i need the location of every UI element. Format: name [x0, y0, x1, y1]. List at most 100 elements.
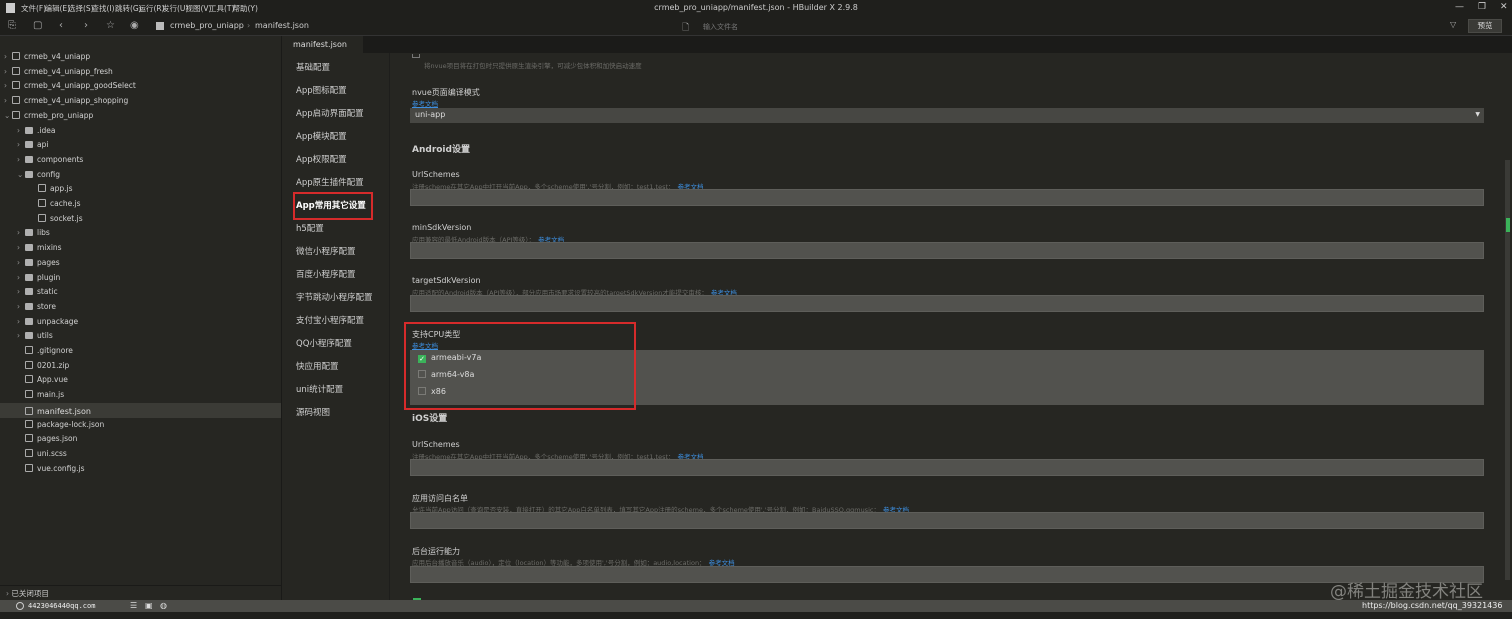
- target-sdk-input[interactable]: [410, 295, 1484, 312]
- restore-icon[interactable]: ❐: [1478, 2, 1486, 12]
- tree-item[interactable]: 0201.zip: [0, 359, 69, 373]
- save-icon[interactable]: ▢: [33, 20, 42, 31]
- tree-item[interactable]: › utils: [0, 329, 53, 343]
- tree-item[interactable]: › crmeb_v4_uniapp_shopping: [0, 94, 128, 108]
- android-urlschemes-input[interactable]: [410, 189, 1484, 206]
- folder-icon: [25, 155, 33, 163]
- user-icon[interactable]: [16, 602, 24, 610]
- chevron-right-icon[interactable]: ›: [17, 256, 25, 270]
- tree-item[interactable]: › crmeb_v4_uniapp_goodSelect: [0, 79, 136, 93]
- nav-item[interactable]: 支付宝小程序配置: [296, 314, 364, 326]
- chevron-right-icon[interactable]: ›: [17, 271, 25, 285]
- chevron-right-icon[interactable]: ›: [4, 65, 12, 79]
- min-sdk-label: minSdkVersion: [412, 223, 472, 232]
- nav-item[interactable]: 基础配置: [296, 61, 330, 73]
- nav-item[interactable]: 快应用配置: [296, 360, 339, 372]
- nav-item[interactable]: 微信小程序配置: [296, 245, 356, 257]
- chevron-down-icon[interactable]: ⌄: [17, 168, 25, 182]
- tree-item[interactable]: main.js: [0, 388, 64, 402]
- tree-item[interactable]: socket.js: [0, 212, 83, 226]
- background-modes-label: 后台运行能力: [412, 547, 460, 556]
- tree-item[interactable]: › static: [0, 285, 58, 299]
- tree-item-label: 0201.zip: [37, 360, 70, 370]
- chevron-down-icon[interactable]: ⌄: [4, 109, 12, 123]
- tree-item[interactable]: .gitignore: [0, 344, 73, 358]
- nav-item[interactable]: App模块配置: [296, 130, 347, 142]
- closed-projects-label: 已关闭项目: [11, 589, 49, 598]
- chevron-right-icon[interactable]: ›: [4, 79, 12, 93]
- tree-item[interactable]: › pages: [0, 256, 60, 270]
- chevron-right-icon[interactable]: ›: [17, 315, 25, 329]
- minimize-icon[interactable]: —: [1455, 2, 1464, 12]
- chevron-right-icon[interactable]: ›: [17, 285, 25, 299]
- tree-item[interactable]: › mixins: [0, 241, 62, 255]
- closed-projects[interactable]: › 已关闭项目: [0, 585, 282, 599]
- breadcrumb-file[interactable]: manifest.json: [255, 21, 309, 30]
- ref-doc-link[interactable]: 参考文档: [412, 98, 438, 108]
- chevron-right-icon[interactable]: ›: [4, 50, 12, 64]
- chevron-right-icon[interactable]: ›: [4, 94, 12, 108]
- tree-item[interactable]: › crmeb_v4_uniapp_fresh: [0, 65, 113, 79]
- preview-button[interactable]: 预览: [1468, 19, 1502, 33]
- file-search-input[interactable]: 输入文件名: [703, 22, 738, 32]
- tree-item[interactable]: › components: [0, 153, 83, 167]
- back-icon[interactable]: ‹: [59, 20, 63, 31]
- console-icon[interactable]: ▣: [145, 601, 153, 610]
- min-sdk-input[interactable]: [410, 242, 1484, 259]
- folder-icon: [25, 332, 33, 340]
- list-icon[interactable]: ☰: [130, 601, 137, 610]
- nvue-mode-select[interactable]: uni-app ▼: [410, 108, 1484, 123]
- tree-item[interactable]: › crmeb_v4_uniapp: [0, 50, 90, 64]
- chevron-right-icon[interactable]: ›: [17, 300, 25, 314]
- globe-icon[interactable]: ◍: [160, 601, 167, 610]
- tree-item[interactable]: manifest.json: [0, 402, 281, 418]
- tree-item[interactable]: › libs: [0, 226, 50, 240]
- ios-urlschemes-input[interactable]: [410, 459, 1484, 476]
- nav-item[interactable]: App权限配置: [296, 153, 347, 165]
- nav-item[interactable]: 字节跳动小程序配置: [296, 291, 373, 303]
- folder-icon: [25, 302, 33, 310]
- chevron-right-icon[interactable]: ›: [17, 329, 25, 343]
- star-icon[interactable]: ☆: [106, 20, 115, 31]
- tree-item[interactable]: vue.config.js: [0, 462, 85, 476]
- filter-icon[interactable]: ▽: [1450, 20, 1456, 29]
- nav-item[interactable]: QQ小程序配置: [296, 337, 352, 349]
- folder-icon: [25, 258, 33, 266]
- nvue-checkbox[interactable]: [412, 54, 420, 58]
- chevron-right-icon[interactable]: ›: [17, 153, 25, 167]
- tree-item[interactable]: ⌄ config: [0, 168, 60, 182]
- nav-item[interactable]: App图标配置: [296, 84, 347, 96]
- forward-icon[interactable]: ›: [84, 20, 88, 31]
- close-icon[interactable]: ✕: [1500, 2, 1508, 12]
- new-file-icon[interactable]: ⎘: [8, 20, 16, 31]
- tree-item[interactable]: ⌄ crmeb_pro_uniapp: [0, 109, 93, 123]
- nav-item[interactable]: 百度小程序配置: [296, 268, 356, 280]
- background-modes-input[interactable]: [410, 566, 1484, 583]
- nav-item[interactable]: uni统计配置: [296, 383, 343, 395]
- tree-item[interactable]: pages.json: [0, 432, 77, 446]
- tree-item[interactable]: cache.js: [0, 197, 81, 211]
- tree-item[interactable]: › store: [0, 300, 56, 314]
- tab-manifest-json[interactable]: manifest.json: [283, 36, 363, 53]
- chevron-right-icon[interactable]: ›: [17, 241, 25, 255]
- tree-item[interactable]: › unpackage: [0, 315, 78, 329]
- whitelist-input[interactable]: [410, 512, 1484, 529]
- chevron-right-icon[interactable]: ›: [17, 124, 25, 138]
- tree-item[interactable]: › .idea: [0, 124, 55, 138]
- nav-item[interactable]: h5配置: [296, 222, 324, 234]
- chevron-right-icon[interactable]: ›: [17, 138, 25, 152]
- tree-item[interactable]: package-lock.json: [0, 418, 104, 432]
- nav-item[interactable]: 源码视图: [296, 406, 330, 418]
- tree-item[interactable]: App.vue: [0, 373, 68, 387]
- user-account[interactable]: 4423046440qq.com: [28, 602, 95, 610]
- tree-item[interactable]: › plugin: [0, 271, 60, 285]
- chevron-right-icon[interactable]: ›: [17, 226, 25, 240]
- nav-item[interactable]: App原生插件配置: [296, 176, 364, 188]
- tree-item[interactable]: uni.scss: [0, 447, 67, 461]
- run-icon[interactable]: ◉: [130, 20, 139, 31]
- tree-item[interactable]: › api: [0, 138, 48, 152]
- nav-item[interactable]: App启动界面配置: [296, 107, 364, 119]
- tree-item[interactable]: app.js: [0, 182, 73, 196]
- breadcrumb-project[interactable]: crmeb_pro_uniapp: [170, 21, 244, 30]
- project-icon: [12, 52, 20, 60]
